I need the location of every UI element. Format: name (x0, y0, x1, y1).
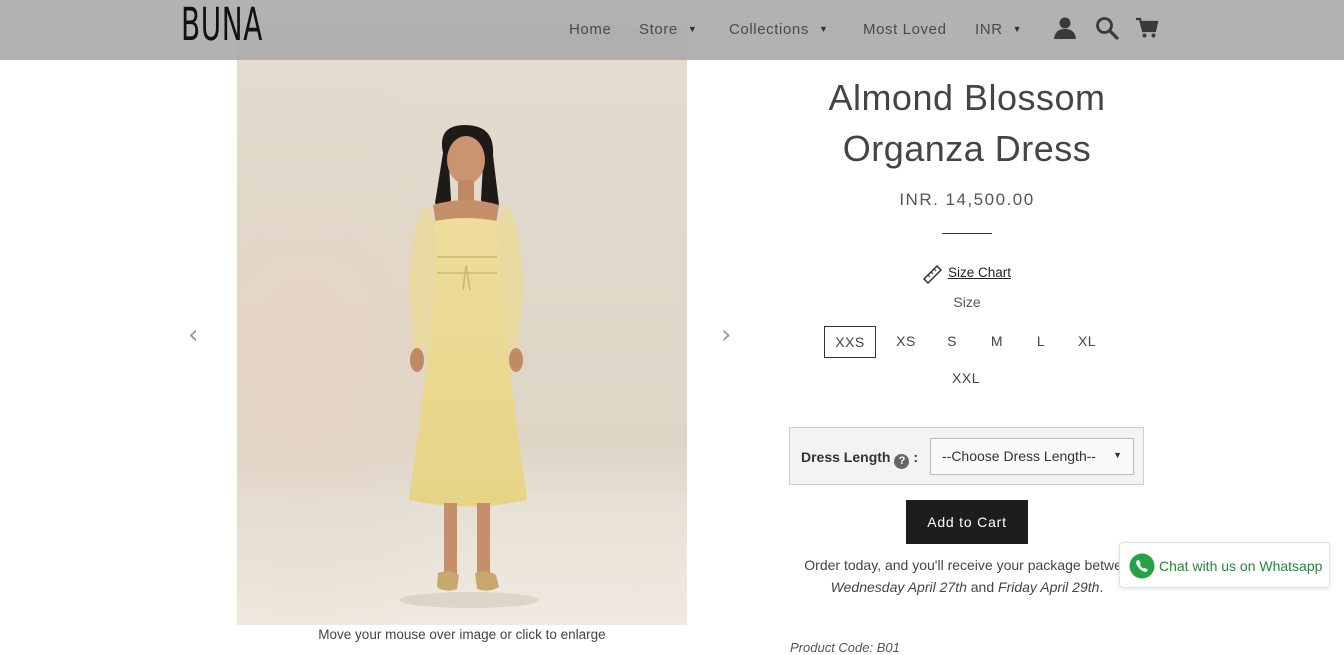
nav-store[interactable]: Store ▼ (639, 21, 697, 38)
size-option-l[interactable]: L (1028, 326, 1054, 358)
site-header: BUNA Home Store ▼ Collections ▼ Most Loved… (0, 0, 1344, 60)
size-option-xxl[interactable]: XXL (944, 363, 988, 395)
nav-home-label: Home (569, 21, 612, 38)
delivery-date-end: Friday April 29th (998, 579, 1100, 595)
size-option-m[interactable]: M (982, 326, 1012, 358)
nav-collections[interactable]: Collections ▼ (729, 21, 828, 38)
nav-home[interactable]: Home (569, 21, 611, 38)
product-title-line-1: Almond Blossom (828, 77, 1106, 118)
product-title-line-2: Organza Dress (842, 128, 1092, 169)
nav-store-label: Store (639, 21, 678, 38)
delivery-and: and (970, 579, 995, 595)
previous-image-arrow[interactable]: ‹ (188, 322, 198, 348)
size-option-s[interactable]: S (938, 326, 966, 358)
size-option-xl[interactable]: XL (1070, 326, 1104, 358)
whatsapp-chat-button[interactable]: Chat with us on Whatsapp (1119, 542, 1330, 588)
chevron-down-icon: ▼ (1113, 450, 1122, 460)
whatsapp-chat-label: Chat with us on Whatsapp (1159, 558, 1323, 574)
size-chart-label: Size Chart (948, 265, 1012, 280)
nav-most-loved-label: Most Loved (863, 21, 947, 38)
product-title: Almond Blossom Organza Dress (790, 72, 1144, 174)
nav-most-loved[interactable]: Most Loved (863, 21, 947, 38)
delivery-date-start: Wednesday April 27th (830, 579, 967, 595)
currency-selector[interactable]: INR ▼ (975, 21, 1022, 38)
model-illustration (237, 25, 687, 625)
product-price: INR. 14,500.00 (899, 190, 1035, 209)
size-label: Size (953, 294, 981, 310)
next-image-arrow[interactable]: › (721, 322, 731, 348)
chevron-down-icon: ▼ (687, 24, 698, 34)
dress-length-box: Dress Length? : --Choose Dress Length-- … (789, 427, 1144, 485)
nav-collections-label: Collections (729, 21, 809, 38)
ruler-icon (922, 264, 943, 285)
search-icon[interactable] (1095, 16, 1119, 45)
dress-length-colon: : (913, 449, 919, 465)
dress-length-label: Dress Length? : (801, 449, 919, 469)
delivery-prefix: Order today, and you'll receive your pac… (804, 557, 1130, 573)
size-option-xxs[interactable]: XXS (824, 326, 876, 358)
dress-length-label-text: Dress Length (801, 449, 891, 465)
chevron-down-icon: ▼ (1012, 24, 1023, 34)
add-to-cart-button[interactable]: Add to Cart (906, 500, 1028, 544)
whatsapp-icon (1129, 553, 1155, 579)
product-image[interactable] (237, 25, 687, 625)
account-icon[interactable] (1053, 16, 1077, 45)
image-zoom-caption: Move your mouse over image or click to e… (318, 627, 606, 642)
cart-icon[interactable] (1135, 16, 1159, 45)
site-logo[interactable]: BUNA (181, 2, 263, 47)
currency-label: INR (975, 21, 1003, 38)
delivery-estimate: Order today, and you'll receive your pac… (790, 554, 1144, 598)
divider (942, 233, 992, 234)
dress-length-value: --Choose Dress Length-- (942, 448, 1097, 464)
help-icon[interactable]: ? (894, 454, 910, 469)
size-option-xs[interactable]: XS (886, 326, 926, 358)
delivery-suffix: . (1099, 579, 1104, 595)
chevron-down-icon: ▼ (818, 24, 829, 34)
dress-length-select[interactable]: --Choose Dress Length-- ▼ (930, 438, 1134, 475)
